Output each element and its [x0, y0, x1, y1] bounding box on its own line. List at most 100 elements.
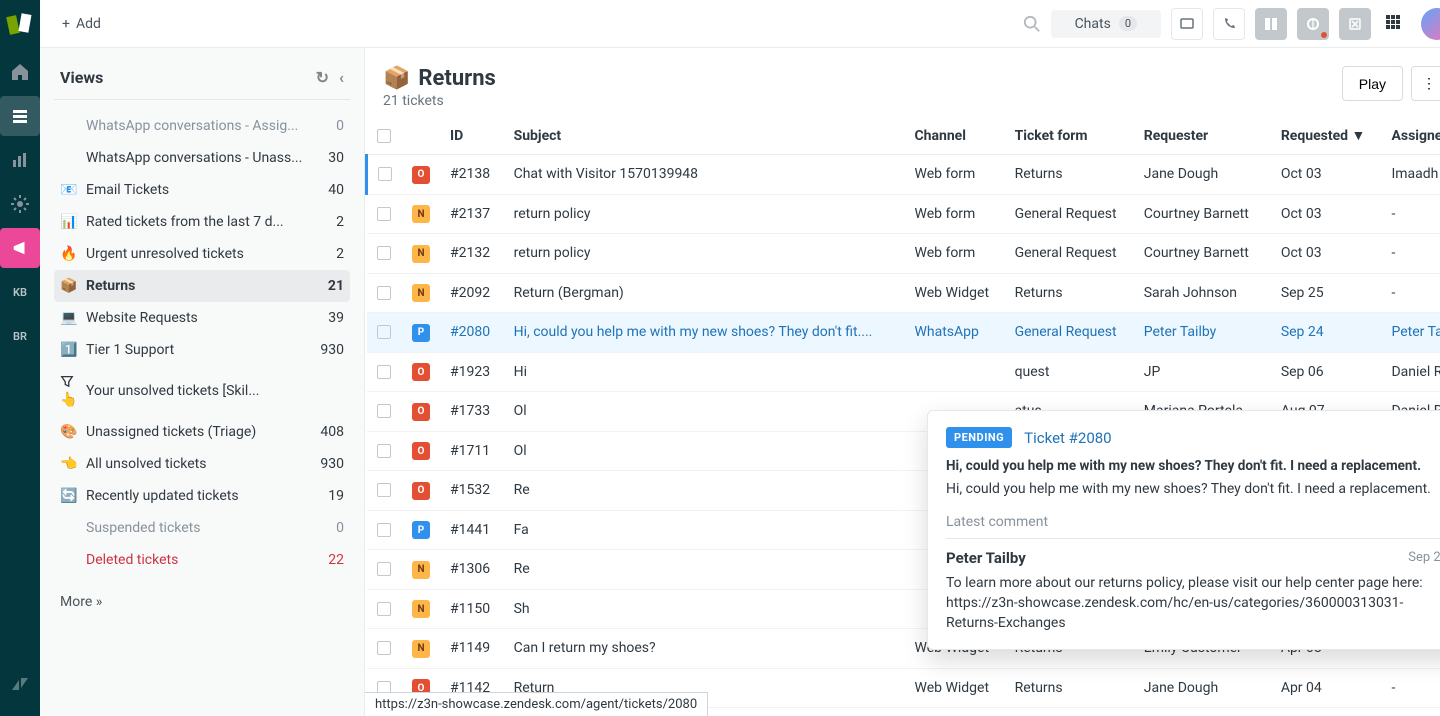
nav-admin[interactable]	[0, 184, 40, 224]
ticket-row[interactable]: O#2138Chat with Visitor 1570139948Web fo…	[367, 155, 1440, 195]
nav-kb[interactable]: KB	[0, 272, 40, 312]
phone-icon[interactable]	[1213, 8, 1245, 40]
conversations-icon[interactable]	[1171, 8, 1203, 40]
product-logo[interactable]	[6, 12, 34, 40]
ticket-id: #1711	[440, 431, 504, 471]
row-checkbox[interactable]	[377, 207, 391, 221]
ticket-id: #1532	[440, 471, 504, 511]
add-button[interactable]: + Add	[52, 10, 111, 38]
ticket-preview-popover: PENDING Ticket #2080 Hi, could you help …	[927, 410, 1440, 650]
ticket-form: quest	[1005, 352, 1134, 392]
view-item[interactable]: 1️⃣Tier 1 Support930	[54, 334, 350, 366]
app-icon-1[interactable]	[1255, 8, 1287, 40]
row-checkbox[interactable]	[377, 602, 391, 616]
view-item[interactable]: 📦Returns21	[54, 270, 350, 302]
row-checkbox[interactable]	[377, 365, 391, 379]
ticket-subject: Ol	[504, 431, 905, 471]
status-badge: N	[412, 245, 430, 263]
view-item[interactable]: 📧Email Tickets40	[54, 174, 350, 206]
ticket-requested: Oct 03	[1271, 234, 1382, 274]
ticket-subject: Ol	[504, 392, 905, 432]
view-item[interactable]: 🔥Urgent unresolved tickets2	[54, 238, 350, 270]
ticket-requester: Peter Tailby	[1134, 313, 1271, 353]
ticket-assignee: -	[1381, 273, 1440, 313]
ticket-row[interactable]: O#1923HiquestJPSep 06Daniel Ru	[367, 352, 1440, 392]
row-checkbox[interactable]	[377, 483, 391, 497]
view-label: Unassigned tickets (Triage)	[86, 424, 312, 440]
ticket-form: Returns	[1005, 155, 1134, 195]
view-count: 0	[336, 118, 344, 134]
nav-reporting[interactable]	[0, 140, 40, 180]
column-header[interactable]: Requester	[1134, 117, 1271, 155]
search-icon[interactable]	[1023, 15, 1041, 33]
view-item[interactable]: 📊Rated tickets from the last 7 d...2	[54, 206, 350, 238]
popover-ticket-link[interactable]: Ticket #2080	[1024, 429, 1111, 447]
status-badge: O	[412, 166, 430, 184]
row-checkbox[interactable]	[377, 444, 391, 458]
status-badge-pending: PENDING	[946, 427, 1012, 448]
row-checkbox[interactable]	[377, 246, 391, 260]
view-icon: 📊	[60, 214, 80, 230]
view-item[interactable]: 🔄Recently updated tickets19	[54, 480, 350, 512]
row-checkbox[interactable]	[377, 523, 391, 537]
chats-pill[interactable]: Chats 0	[1051, 10, 1161, 38]
ticket-id: #2138	[440, 155, 504, 195]
view-item[interactable]: 👆Your unsolved tickets [Skil...	[54, 366, 350, 416]
nav-home[interactable]	[0, 52, 40, 92]
view-item[interactable]: 💻Website Requests39	[54, 302, 350, 334]
status-badge: O	[412, 363, 430, 381]
collapse-icon[interactable]: ‹	[339, 68, 344, 87]
ticket-subject: Sh	[504, 589, 905, 629]
ticket-requested: Sep 25	[1271, 273, 1382, 313]
view-item[interactable]: Suspended tickets0	[54, 512, 350, 544]
column-header[interactable]: Ticket form	[1005, 117, 1134, 155]
view-item[interactable]: WhatsApp conversations - Unass...30	[54, 142, 350, 174]
chats-label: Chats	[1075, 16, 1111, 32]
nav-views[interactable]	[0, 96, 40, 136]
view-item[interactable]: 👈All unsolved tickets930	[54, 448, 350, 480]
view-item[interactable]: WhatsApp conversations - Assig...0	[54, 110, 350, 142]
view-item[interactable]: 🎨Unassigned tickets (Triage)408	[54, 416, 350, 448]
ticket-row[interactable]: N#2092Return (Bergman)Web WidgetReturnsS…	[367, 273, 1440, 313]
more-views[interactable]: More »	[54, 594, 350, 610]
view-label: All unsolved tickets	[86, 456, 312, 472]
ticket-requester: Sarah Johnson	[1134, 273, 1271, 313]
ticket-subject: Return (Bergman)	[504, 273, 905, 313]
ticket-requester: Jane Dough	[1134, 668, 1271, 708]
row-checkbox[interactable]	[377, 286, 391, 300]
column-header[interactable]: Requested ▼	[1271, 117, 1382, 155]
row-checkbox[interactable]	[377, 562, 391, 576]
column-header[interactable]: ID	[440, 117, 504, 155]
ticket-subject: Hi	[504, 352, 905, 392]
row-checkbox[interactable]	[377, 404, 391, 418]
ticket-row[interactable]: N#2137return policyWeb formGeneral Reque…	[367, 194, 1440, 234]
column-header	[367, 117, 403, 155]
panel-title-icon: 📦	[383, 66, 410, 91]
ticket-row[interactable]: N#2132return policyWeb formGeneral Reque…	[367, 234, 1440, 274]
column-header[interactable]: Subject	[504, 117, 905, 155]
row-checkbox[interactable]	[378, 167, 392, 181]
play-button[interactable]: Play	[1342, 66, 1403, 101]
status-badge: N	[412, 600, 430, 618]
ticket-requester: Courtney Barnett	[1134, 194, 1271, 234]
nav-br[interactable]: BR	[0, 316, 40, 356]
overflow-button[interactable]: ⋮	[1411, 66, 1440, 101]
view-item[interactable]: Deleted tickets22	[54, 544, 350, 576]
ticket-id: #1733	[440, 392, 504, 432]
ticket-assignee: -	[1381, 194, 1440, 234]
app-icon-2[interactable]	[1297, 8, 1329, 40]
row-checkbox[interactable]	[377, 641, 391, 655]
select-all-checkbox[interactable]	[377, 129, 391, 143]
nav-zendesk[interactable]	[0, 664, 40, 704]
app-icon-3[interactable]	[1339, 8, 1371, 40]
status-badge: O	[412, 482, 430, 500]
ticket-row[interactable]: P#2080Hi, could you help me with my new …	[367, 313, 1440, 353]
avatar[interactable]	[1421, 8, 1440, 40]
refresh-icon[interactable]: ↻	[316, 68, 329, 87]
column-header[interactable]: Assignee	[1381, 117, 1440, 155]
nav-campaigns[interactable]	[0, 228, 40, 268]
ticket-form: Returns	[1005, 273, 1134, 313]
column-header[interactable]: Channel	[904, 117, 1004, 155]
row-checkbox[interactable]	[377, 325, 391, 339]
apps-grid-icon[interactable]	[1381, 10, 1405, 38]
